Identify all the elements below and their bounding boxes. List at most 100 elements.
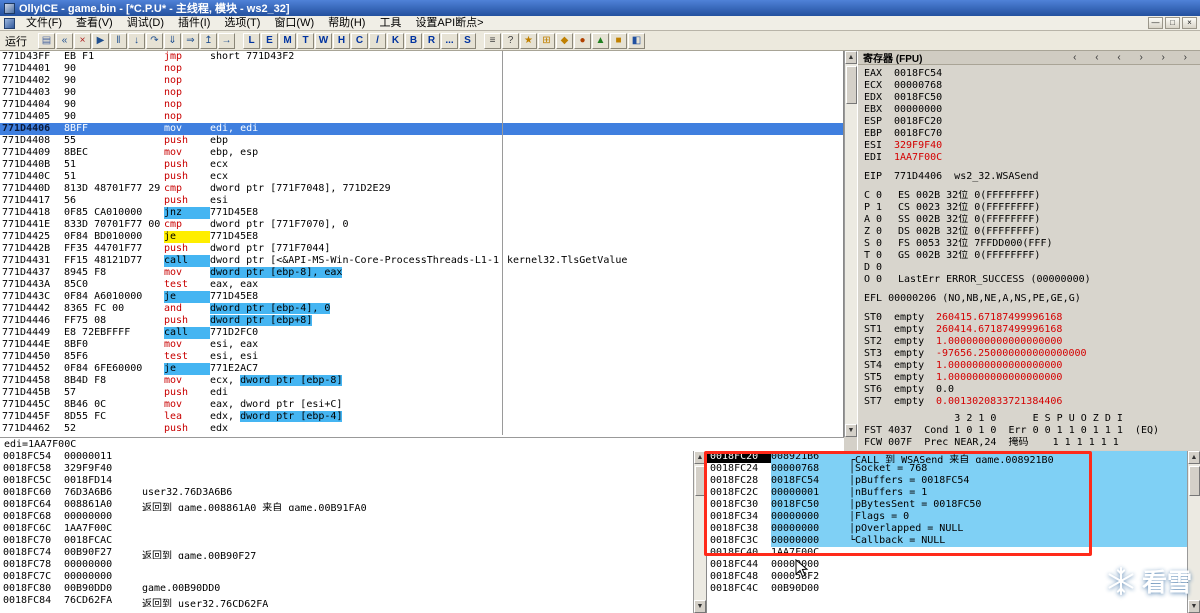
disasm-scrollbar[interactable]: ▲ ▼ [844, 51, 857, 437]
stack-row[interactable]: 0018FC40 1AA7F00C [707, 547, 1187, 559]
stack-row[interactable]: 0018FC3C 00000000 └Callback = NULL [707, 535, 1187, 547]
window-letter-button[interactable]: W [315, 32, 332, 49]
window-letter-button[interactable]: K [387, 32, 404, 49]
fpu-register-row[interactable]: ST4 empty 1.0000000000000000000 [864, 360, 1200, 372]
registers-pane[interactable]: 寄存器 (FPU) ‹ ‹ ‹ › › › EAX 0018FC54 ECX 000… [857, 51, 1200, 450]
disasm-row[interactable]: 771D4446 FF75 08 push dword ptr [ebp+8] [0, 315, 843, 327]
stack-row[interactable]: 0018FC28 0018FC54 │pBuffers = 0018FC54 [707, 475, 1187, 487]
register-row[interactable]: EDI 1AA7F00C [864, 152, 1200, 164]
disasm-row[interactable]: 771D4442 8365 FC 00 and dword ptr [ebp-4… [0, 303, 843, 315]
disasm-row[interactable]: 771D4458 8B4D F8 mov ecx, dword ptr [ebp… [0, 375, 843, 387]
fpu-register-row[interactable]: ST1 empty 260414.67187499996168 [864, 324, 1200, 336]
flag-row[interactable]: C 0 ES 002B 32位 0(FFFFFFFF) [864, 190, 1200, 202]
dump-row[interactable]: 0018FC64 008861A0 返回到 game.008861A0 来自 g… [0, 499, 693, 511]
flag-row[interactable]: P 1 CS 0023 32位 0(FFFFFFFF) [864, 202, 1200, 214]
flag-row[interactable]: Z 0 DS 002B 32位 0(FFFFFFFF) [864, 226, 1200, 238]
disasm-row[interactable]: 771D4404 90 nop [0, 99, 843, 111]
disasm-row[interactable]: 771D444E 8BF0 mov esi, eax [0, 339, 843, 351]
plugin-button-2[interactable]: ⊞ [538, 32, 555, 49]
window-letter-button[interactable]: ... [441, 32, 458, 49]
restore-button[interactable]: □ [1165, 17, 1180, 29]
stack-row[interactable]: 0018FC20 008921B6 ┌CALL 到 WSASend 来自 gam… [707, 451, 1187, 463]
scrollbar-thum b[interactable] [695, 466, 706, 496]
window-letter-button[interactable]: E [261, 32, 278, 49]
flag-row[interactable]: S 0 FS 0053 32位 7FFDD000(FFF) [864, 238, 1200, 250]
disasm-row[interactable]: 771D4408 55 push ebp [0, 135, 843, 147]
fpu-register-row[interactable]: ST0 empty 260415.67187499996168 [864, 312, 1200, 324]
window-letter-button[interactable]: M [279, 32, 296, 49]
fpu-register-row[interactable]: ST7 empty 0.0013020833721384406 [864, 396, 1200, 408]
menu-item[interactable]: 文件(F) [19, 16, 69, 31]
scroll-down-arrow[interactable]: ▼ [845, 424, 857, 437]
disasm-row[interactable]: 771D4403 90 nop [0, 87, 843, 99]
window-letter-button[interactable]: / [369, 32, 386, 49]
stack-row[interactable]: 0018FC38 00000000 │pOverlapped = NULL [707, 523, 1187, 535]
flag-row[interactable]: A 0 SS 002B 32位 0(FFFFFFFF) [864, 214, 1200, 226]
fpu-register-row[interactable]: ST3 empty -97656.250000000000000000 [864, 348, 1200, 360]
menu-item[interactable]: 窗口(W) [267, 16, 321, 31]
disasm-row[interactable]: 771D4417 56 push esi [0, 195, 843, 207]
stack-row[interactable]: 0018FC30 0018FC50 │pBytesSent = 0018FC50 [707, 499, 1187, 511]
fpu-register-row[interactable]: ST6 empty 0.0 [864, 384, 1200, 396]
dump-row[interactable]: 0018FC58 329F9F40 [0, 463, 693, 475]
disasm-row[interactable]: 771D441E 833D 70701F77 00 cmp dword ptr … [0, 219, 843, 231]
close-button[interactable]: × [1182, 17, 1197, 29]
fpu-register-row[interactable]: ST2 empty 1.0000000000000000000 [864, 336, 1200, 348]
eip-row[interactable]: EIP 771D4406 ws2_32.WSASend [864, 171, 1200, 183]
window-letter-button[interactable]: B [405, 32, 422, 49]
register-row[interactable]: EBP 0018FC70 [864, 128, 1200, 140]
till-return-button[interactable]: ↥ [200, 32, 217, 49]
dump-row[interactable]: 0018FC70 0018FCAC [0, 535, 693, 547]
stack-row[interactable]: 0018FC2C 00000001 │nBuffers = 1 [707, 487, 1187, 499]
fpu-register-row[interactable]: ST5 empty 1.0000000000000000000 [864, 372, 1200, 384]
register-row[interactable]: ECX 00000768 [864, 80, 1200, 92]
disasm-row[interactable]: 771D440B 51 push ecx [0, 159, 843, 171]
window-letter-button[interactable]: R [423, 32, 440, 49]
register-row[interactable]: ESI 329F9F40 [864, 140, 1200, 152]
dump-row[interactable]: 0018FC7C 00000000 [0, 571, 693, 583]
disasm-row[interactable]: 771D440D 813D 48701F77 29 cmp dword ptr … [0, 183, 843, 195]
dump-pane[interactable]: 0018FC54 00000011 0018FC58 329F9F40 0018… [0, 451, 693, 613]
efl-row[interactable]: EFL 00000206 (NO,NB,NE,A,NS,PE,GE,G) [864, 293, 1200, 305]
disasm-row[interactable]: 771D443C 0F84 A6010000 je 771D45E8 [0, 291, 843, 303]
goto-address-button[interactable]: → [218, 32, 235, 49]
disasm-row[interactable]: 771D4418 0F85 CA010000 jnz 771D45E8 [0, 207, 843, 219]
dump-row[interactable]: 0018FC74 00B90F27 返回到 game.00B90F27 [0, 547, 693, 559]
dump-row[interactable]: 0018FC60 76D3A6B6 user32.76D3A6B6 [0, 487, 693, 499]
disasm-row[interactable]: 771D443A 85C0 test eax, eax [0, 279, 843, 291]
scroll-up-arrow[interactable]: ▲ [1188, 451, 1200, 464]
open-file-button[interactable]: ▤ [38, 32, 55, 49]
stack-row[interactable]: 0018FC34 00000000 │Flags = 0 [707, 511, 1187, 523]
window-letter-button[interactable]: S [459, 32, 476, 49]
flag-row[interactable]: O 0 LastErr ERROR_SUCCESS (00000000) [864, 274, 1200, 286]
flag-row[interactable]: T 0 GS 002B 32位 0(FFFFFFFF) [864, 250, 1200, 262]
disasm-row[interactable]: 771D4406 8BFF mov edi, edi [0, 123, 843, 135]
mdi-child-icon[interactable] [4, 17, 15, 29]
dump-row[interactable]: 0018FC68 00000000 [0, 511, 693, 523]
menu-item[interactable]: 工具 [372, 16, 408, 31]
menu-item[interactable]: 插件(I) [171, 16, 217, 31]
trace-over-button[interactable]: ⇒ [182, 32, 199, 49]
plugin-button-5[interactable]: ▲ [592, 32, 609, 49]
dump-row[interactable]: 0018FC78 00000000 [0, 559, 693, 571]
disasm-row[interactable]: 771D445F 8D55 FC lea edx, dword ptr [ebp… [0, 411, 843, 423]
register-row[interactable]: EDX 0018FC50 [864, 92, 1200, 104]
scroll-down-arrow[interactable]: ▼ [1188, 600, 1200, 613]
menu-item[interactable]: 调试(D) [120, 16, 171, 31]
plugin-button-4[interactable]: ● [574, 32, 591, 49]
restart-button[interactable]: « [56, 32, 73, 49]
register-row[interactable]: EBX 00000000 [864, 104, 1200, 116]
dump-row[interactable]: 0018FC6C 1AA7F00C [0, 523, 693, 535]
disasm-row[interactable]: 771D4425 0F84 BD010000 je 771D45E8 [0, 231, 843, 243]
log-options-button[interactable]: ≡ [484, 32, 501, 49]
fcw-row[interactable]: FCW 007F Prec NEAR,24 掩码 1 1 1 1 1 1 [864, 437, 1200, 449]
disasm-row[interactable]: 771D445C 8B46 0C mov eax, dword ptr [esi… [0, 399, 843, 411]
window-letter-button[interactable]: C [351, 32, 368, 49]
scrollbar-thumb[interactable] [1189, 466, 1200, 496]
disasm-row[interactable]: 771D4449 E8 72EBFFFF call 771D2FC0 [0, 327, 843, 339]
step-over-button[interactable]: ↷ [146, 32, 163, 49]
disasm-row[interactable]: 771D4450 85F6 test esi, esi [0, 351, 843, 363]
disasm-row[interactable]: 771D4437 8945 F8 mov dword ptr [ebp-8], … [0, 267, 843, 279]
run-button[interactable]: ▶ [92, 32, 109, 49]
dump-row[interactable]: 0018FC54 00000011 [0, 451, 693, 463]
